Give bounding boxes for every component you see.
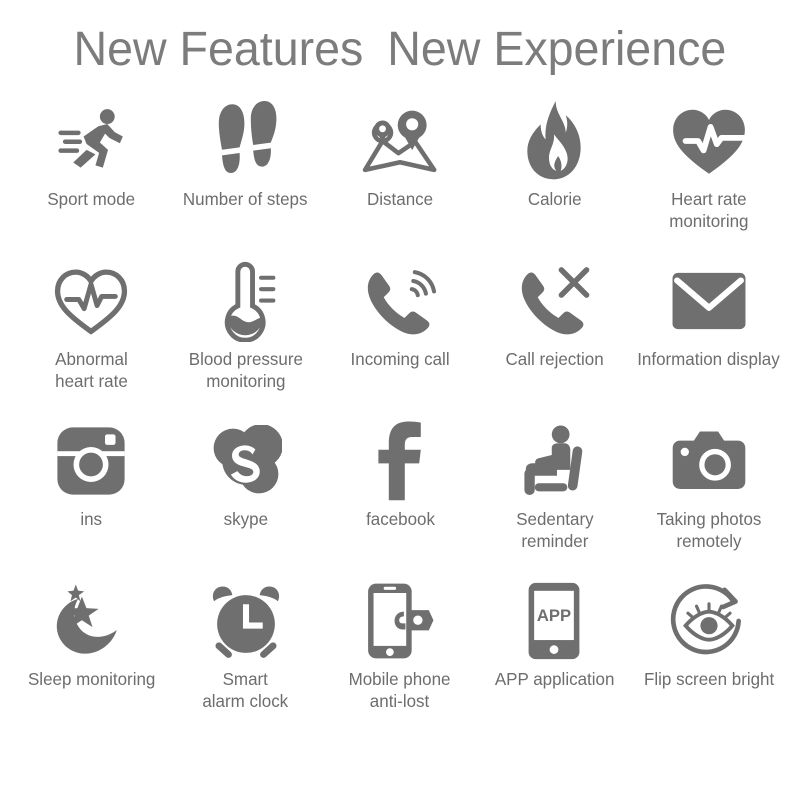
app-phone-icon: APP [527, 579, 581, 663]
feature-item-mobile-phone-anti-lost[interactable]: Mobile phone anti-lost [323, 579, 477, 713]
feature-item-label: Sleep monitoring [27, 669, 155, 690]
facebook-icon [376, 419, 424, 503]
feature-grid: Sport mode Number of steps Distance Calo… [0, 99, 800, 739]
skype-icon [210, 419, 282, 503]
feature-row: ins skype facebook Sedentary reminder Ta… [14, 419, 786, 579]
feature-item-label: Calorie [527, 189, 582, 210]
feature-item-label: skype [223, 509, 268, 530]
feature-item-label: Mobile phone anti-lost [349, 669, 451, 712]
feature-item-label: Flip screen bright [643, 669, 774, 690]
feature-item-abnormal-heart-rate[interactable]: Abnormal heart rate [14, 259, 168, 393]
feature-item-label: APP application [494, 669, 615, 690]
flame-icon [522, 99, 586, 183]
page-title-part2: New Experience [386, 23, 726, 76]
thermometer-icon [215, 259, 277, 343]
footprints-icon [213, 99, 279, 183]
eye-rotate-icon [670, 579, 748, 663]
feature-overview-page: New Features New Experience Sport mode N… [0, 0, 800, 800]
app-badge-text: APP [537, 606, 571, 625]
feature-item-sleep-monitoring[interactable]: Sleep monitoring [14, 579, 168, 691]
phone-reject-icon [517, 259, 591, 343]
feature-item-label: facebook [365, 509, 435, 530]
running-person-icon [54, 99, 128, 183]
feature-item-label: Heart rate monitoring [669, 189, 749, 232]
feature-item-distance[interactable]: Distance [323, 99, 477, 211]
feature-item-sedentary-reminder[interactable]: Sedentary reminder [477, 419, 631, 553]
envelope-icon [671, 259, 747, 343]
feature-item-taking-photos-remotely[interactable]: Taking photos remotely [632, 419, 786, 553]
feature-item-facebook[interactable]: facebook [323, 419, 477, 531]
camera-icon [671, 419, 747, 503]
feature-row: Abnormal heart rate Blood pressure monit… [14, 259, 786, 419]
feature-item-label: Number of steps [183, 189, 308, 210]
feature-item-label: Information display [637, 349, 781, 370]
feature-item-number-of-steps[interactable]: Number of steps [168, 99, 322, 211]
feature-item-blood-pressure-monitoring[interactable]: Blood pressure monitoring [168, 259, 322, 393]
feature-item-smart-alarm-clock[interactable]: Smart alarm clock [168, 579, 322, 713]
feature-item-label: Taking photos remotely [656, 509, 762, 552]
feature-row: Sport mode Number of steps Distance Calo… [14, 99, 786, 259]
feature-item-label: Call rejection [505, 349, 604, 370]
map-location-pin-icon [362, 99, 438, 183]
moon-stars-icon [53, 579, 129, 663]
sitting-person-icon [517, 419, 591, 503]
feature-item-call-rejection[interactable]: Call rejection [477, 259, 631, 371]
heart-pulse-filled-icon [670, 99, 748, 183]
feature-item-app-application[interactable]: APP APP application [477, 579, 631, 691]
feature-item-incoming-call[interactable]: Incoming call [323, 259, 477, 371]
page-title-part1: New Features [73, 23, 364, 76]
feature-item-ins[interactable]: ins [14, 419, 168, 531]
phone-ringing-icon [363, 259, 437, 343]
feature-item-label: Blood pressure monitoring [188, 349, 303, 392]
feature-item-label: Sport mode [47, 189, 136, 210]
phone-lock-icon [365, 579, 435, 663]
feature-item-label: Smart alarm clock [202, 669, 289, 712]
page-title: New Features New Experience [0, 0, 800, 77]
feature-item-skype[interactable]: skype [168, 419, 322, 531]
feature-item-flip-screen-bright[interactable]: Flip screen bright [632, 579, 786, 691]
feature-item-label: Sedentary reminder [515, 509, 594, 552]
feature-item-label: Incoming call [350, 349, 450, 370]
feature-item-label: Abnormal heart rate [54, 349, 128, 392]
alarm-clock-icon [208, 579, 284, 663]
feature-item-heart-rate-monitoring[interactable]: Heart rate monitoring [632, 99, 786, 233]
feature-item-information-display[interactable]: Information display [632, 259, 786, 371]
feature-item-sport-mode[interactable]: Sport mode [14, 99, 168, 211]
heart-pulse-outline-icon [53, 259, 129, 343]
feature-item-label: ins [80, 509, 103, 530]
feature-item-calorie[interactable]: Calorie [477, 99, 631, 211]
feature-row: Sleep monitoring Smart alarm clock Mobil… [14, 579, 786, 739]
feature-item-label: Distance [366, 189, 434, 210]
instagram-icon [56, 419, 126, 503]
